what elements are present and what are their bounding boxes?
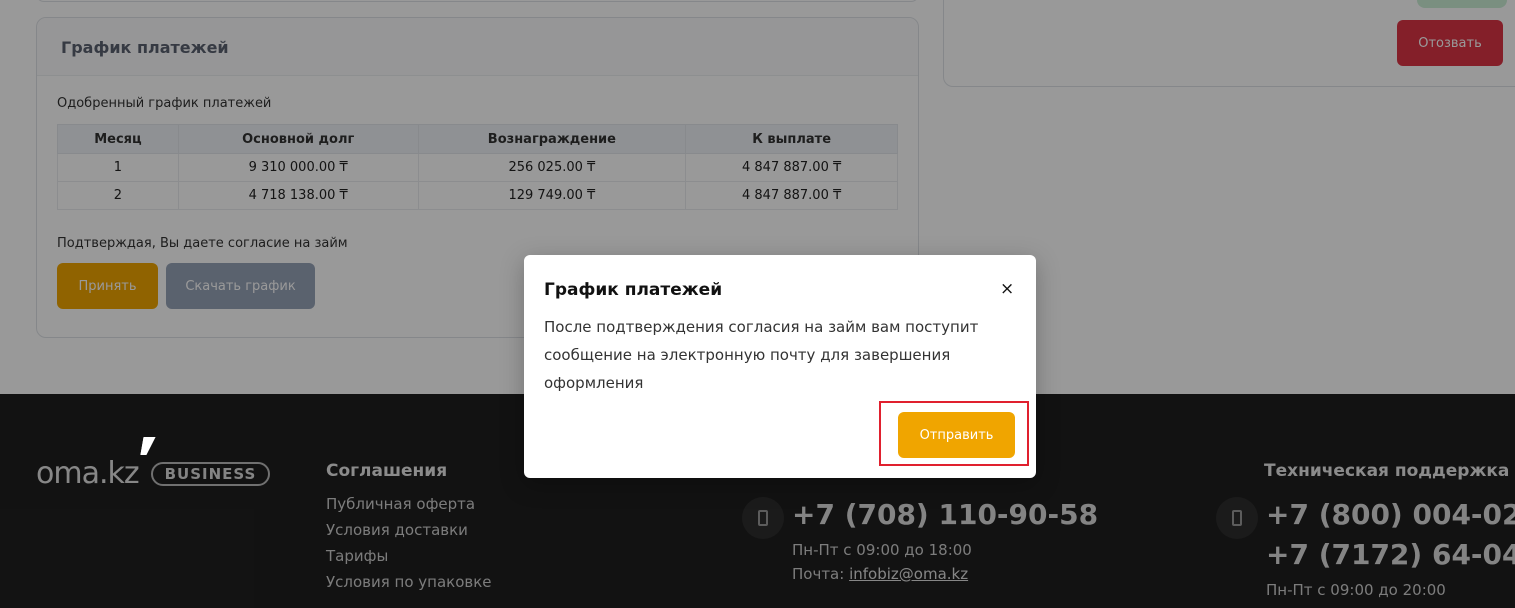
page: График платежей Одобренный график платеж… (0, 0, 1515, 608)
close-icon[interactable]: × (1000, 279, 1014, 299)
modal-title: График платежей (544, 280, 723, 300)
modal-message: После подтверждения согласия на займ вам… (544, 318, 979, 392)
send-button[interactable]: Отправить (898, 412, 1015, 458)
payment-schedule-modal: График платежей × После подтверждения со… (524, 255, 1036, 478)
